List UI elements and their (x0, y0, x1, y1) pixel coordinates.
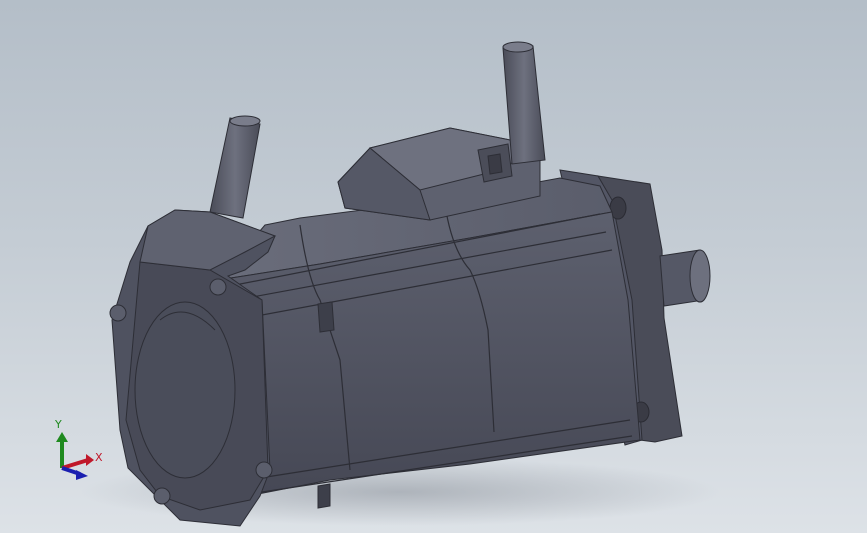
triad-y-label: Y (54, 418, 62, 431)
encoder-cover-disc (134, 301, 236, 479)
view-orientation-triad[interactable]: Y X (54, 418, 103, 480)
triad-x-label: X (95, 451, 103, 464)
rib-notch (317, 483, 331, 509)
servo-motor-model[interactable]: Y X (0, 0, 867, 533)
rib-notch (317, 301, 335, 333)
output-shaft[interactable] (659, 249, 711, 307)
cable-gland-left[interactable] (209, 115, 261, 219)
cad-graphics-viewport[interactable]: Y X (0, 0, 867, 533)
